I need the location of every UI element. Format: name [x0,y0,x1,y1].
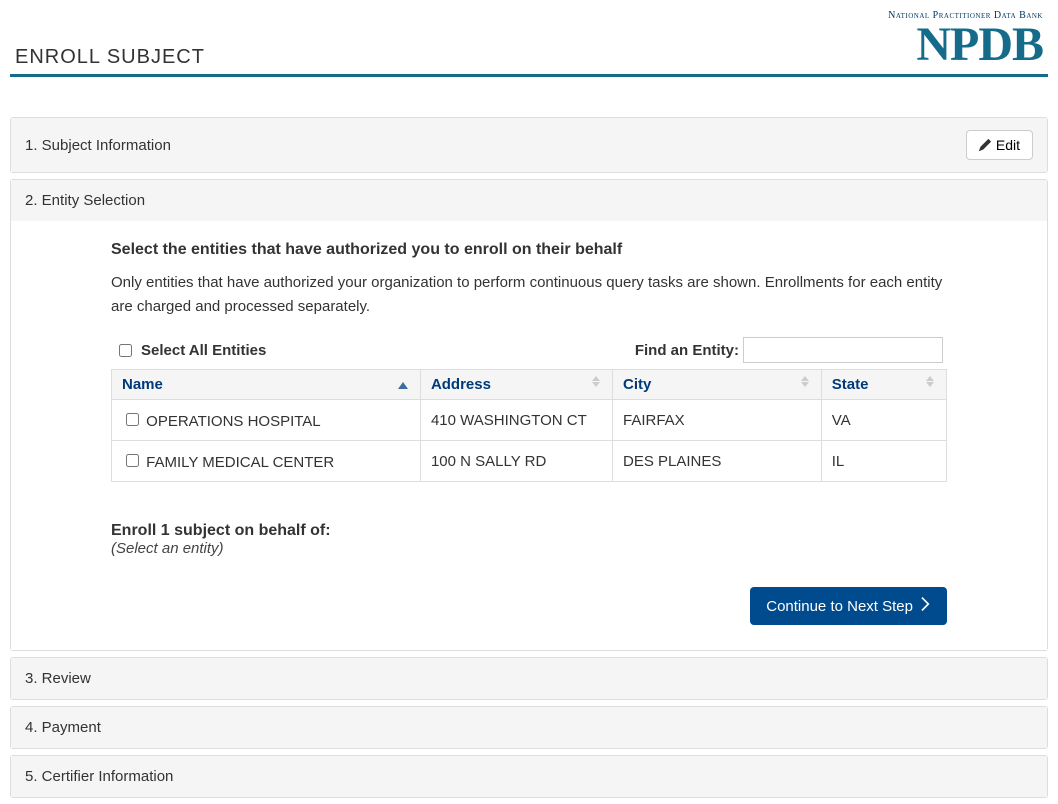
table-row: FAMILY MEDICAL CENTER 100 N SALLY RD DES… [112,441,947,482]
column-header-address[interactable]: Address [420,370,612,400]
continue-button-label: Continue to Next Step [766,598,913,615]
entity-row-checkbox[interactable] [126,454,139,467]
entity-address: 410 WASHINGTON CT [420,400,612,441]
column-header-name[interactable]: Name [112,370,421,400]
entity-instruction-text: Only entities that have authorized your … [111,271,947,319]
entity-city: DES PLAINES [612,441,821,482]
find-entity-input[interactable] [743,337,943,363]
edit-button-label: Edit [996,137,1020,153]
step-title-payment: 4. Payment [25,719,101,736]
step-payment: 4. Payment [10,706,1048,749]
page-title: ENROLL SUBJECT [15,46,205,69]
step-subject-information: 1. Subject Information Edit [10,117,1048,173]
entity-state: VA [821,400,946,441]
table-row: OPERATIONS HOSPITAL 410 WASHINGTON CT FA… [112,400,947,441]
column-header-name-label: Name [122,376,163,393]
edit-button[interactable]: Edit [966,130,1033,160]
entity-row-checkbox[interactable] [126,413,139,426]
column-header-city-label: City [623,376,651,393]
entity-instruction-title: Select the entities that have authorized… [111,241,947,259]
entity-name: FAMILY MEDICAL CENTER [146,454,334,471]
enroll-summary-title: Enroll 1 subject on behalf of: [111,522,947,540]
entity-name: OPERATIONS HOSPITAL [146,413,320,430]
entity-address: 100 N SALLY RD [420,441,612,482]
sort-icon [926,376,934,387]
logo: National Practitioner Data Bank NPDB [888,10,1043,69]
entity-table: Name Address City State [111,369,947,482]
step-title-subject-information: 1. Subject Information [25,137,171,154]
step-certifier-information: 5. Certifier Information [10,755,1048,798]
select-all-checkbox[interactable] [119,344,132,357]
continue-button[interactable]: Continue to Next Step [750,587,947,625]
entity-city: FAIRFAX [612,400,821,441]
column-header-state-label: State [832,376,869,393]
step-title-entity-selection: 2. Entity Selection [25,192,145,209]
sort-asc-icon [398,382,408,389]
select-all-label: Select All Entities [141,342,266,359]
column-header-state[interactable]: State [821,370,946,400]
sort-icon [801,376,809,387]
step-entity-selection: 2. Entity Selection Select the entities … [10,179,1048,651]
find-entity-label: Find an Entity: [635,342,739,359]
step-title-review: 3. Review [25,670,91,687]
column-header-city[interactable]: City [612,370,821,400]
sort-icon [592,376,600,387]
pencil-icon [979,139,991,151]
header-divider [10,74,1048,77]
logo-text: NPDB [888,21,1043,69]
step-review: 3. Review [10,657,1048,700]
step-title-certifier: 5. Certifier Information [25,768,173,785]
column-header-address-label: Address [431,376,491,393]
enroll-summary-placeholder: (Select an entity) [111,540,947,557]
entity-state: IL [821,441,946,482]
chevron-right-icon [921,597,931,615]
